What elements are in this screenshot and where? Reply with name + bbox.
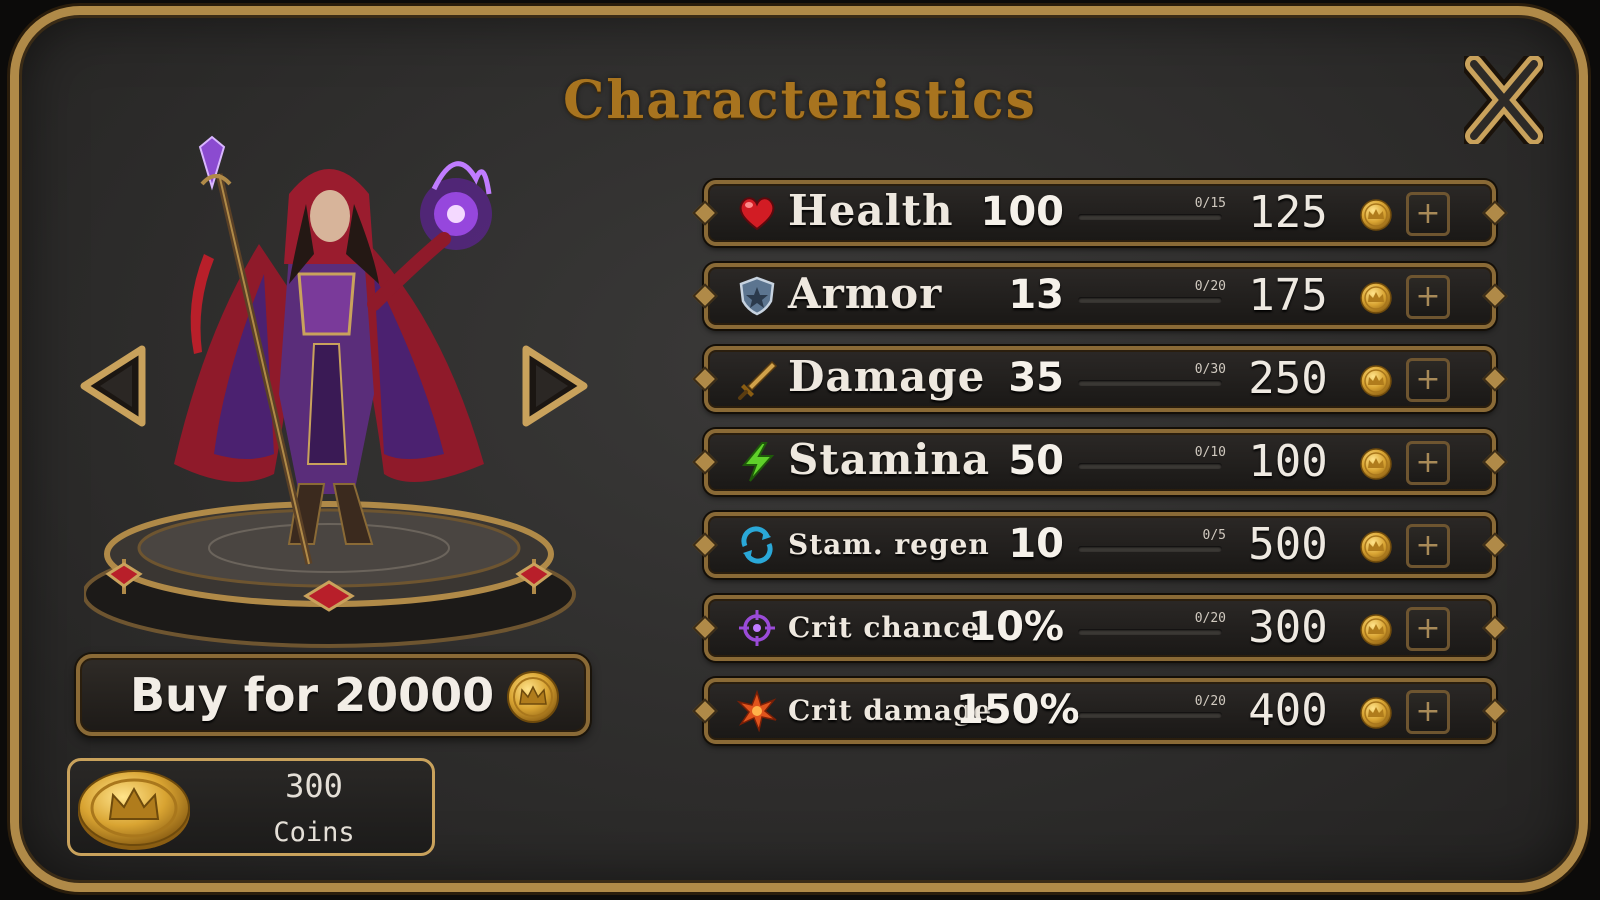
crown-coin-icon xyxy=(507,671,559,723)
lightning-icon xyxy=(741,442,775,482)
stat-name: Crit chance xyxy=(788,611,981,644)
stat-name: Armor xyxy=(788,269,943,318)
upgrade-button-health[interactable]: + xyxy=(1406,192,1450,236)
stat-value: 35 xyxy=(1008,355,1064,401)
upgrade-progress-bar xyxy=(1078,463,1222,469)
buy-character-button[interactable]: Buy for 20000 xyxy=(76,654,590,736)
close-button[interactable] xyxy=(1461,51,1547,149)
upgrade-cost: 125 xyxy=(1248,187,1328,238)
plus-icon: + xyxy=(1415,611,1441,646)
stat-value: 50 xyxy=(1008,438,1064,484)
regen-icon xyxy=(741,526,773,564)
shield-icon xyxy=(739,276,775,316)
upgrade-progress-text: 0/30 xyxy=(1194,362,1226,377)
upgrade-progress-bar xyxy=(1078,380,1222,386)
plus-icon: + xyxy=(1415,362,1441,397)
plus-icon: + xyxy=(1415,279,1441,314)
upgrade-progress-bar xyxy=(1078,546,1222,552)
sword-icon xyxy=(738,360,778,400)
wallet-coins: 300 Coins xyxy=(67,758,435,856)
coins-amount: 300 xyxy=(285,767,343,805)
upgrade-button-damage[interactable]: + xyxy=(1406,358,1450,402)
crown-coin-icon xyxy=(78,770,190,850)
plus-icon: + xyxy=(1415,694,1441,729)
stat-value: 10% xyxy=(968,604,1064,650)
upgrade-button-crit-chance[interactable]: + xyxy=(1406,607,1450,651)
stats-list: Health 100 0/15 125 + Armor 13 0/20 175 + Damage 35… xyxy=(704,180,1496,761)
stat-value: 13 xyxy=(1008,272,1064,318)
close-icon xyxy=(1461,51,1547,149)
plus-icon: + xyxy=(1415,445,1441,480)
upgrade-button-stamina[interactable]: + xyxy=(1406,441,1450,485)
coins-label: Coins xyxy=(273,817,355,848)
stat-value: 150% xyxy=(956,687,1080,733)
crown-coin-icon xyxy=(1360,282,1392,314)
crown-coin-icon xyxy=(1360,614,1392,646)
character-portrait xyxy=(82,134,594,654)
crosshair-icon xyxy=(739,610,775,646)
upgrade-cost: 500 xyxy=(1248,519,1328,570)
upgrade-progress-bar xyxy=(1078,297,1222,303)
stat-row-damage: Damage 35 0/30 250 + xyxy=(704,346,1496,412)
upgrade-button-armor[interactable]: + xyxy=(1406,275,1450,319)
stat-row-armor: Armor 13 0/20 175 + xyxy=(704,263,1496,329)
upgrade-button-crit-damage[interactable]: + xyxy=(1406,690,1450,734)
upgrade-progress-bar xyxy=(1078,214,1222,220)
upgrade-cost: 175 xyxy=(1248,270,1328,321)
crown-coin-icon xyxy=(1360,697,1392,729)
upgrade-progress-text: 0/20 xyxy=(1194,694,1226,709)
upgrade-progress-text: 0/10 xyxy=(1194,445,1226,460)
stat-row-crit-chance: Crit chance 10% 0/20 300 + xyxy=(704,595,1496,661)
upgrade-progress-text: 0/20 xyxy=(1194,279,1226,294)
stat-row-health: Health 100 0/15 125 + xyxy=(704,180,1496,246)
upgrade-progress-text: 0/20 xyxy=(1194,611,1226,626)
upgrade-cost: 400 xyxy=(1248,685,1328,736)
dialog-title: Characteristics xyxy=(563,70,1037,131)
upgrade-progress-bar xyxy=(1078,712,1222,718)
stat-value: 10 xyxy=(1008,521,1064,567)
stat-row-crit-damage: Crit damage 150% 0/20 400 + xyxy=(704,678,1496,744)
buy-label: Buy for 20000 xyxy=(130,668,495,722)
stat-name: Health xyxy=(788,186,954,235)
burst-icon xyxy=(736,690,777,732)
heart-icon xyxy=(739,197,775,231)
upgrade-button-stam-regen[interactable]: + xyxy=(1406,524,1450,568)
upgrade-progress-bar xyxy=(1078,629,1222,635)
upgrade-cost: 100 xyxy=(1248,436,1328,487)
stat-row-stamina: Stamina 50 0/10 100 + xyxy=(704,429,1496,495)
plus-icon: + xyxy=(1415,196,1441,231)
stat-value: 100 xyxy=(980,189,1065,235)
plus-icon: + xyxy=(1415,528,1441,563)
crown-coin-icon xyxy=(1360,448,1392,480)
upgrade-cost: 250 xyxy=(1248,353,1328,404)
upgrade-progress-text: 0/5 xyxy=(1202,528,1226,543)
crown-coin-icon xyxy=(1360,531,1392,563)
crown-coin-icon xyxy=(1360,365,1392,397)
stat-row-stam-regen: Stam. regen 10 0/5 500 + xyxy=(704,512,1496,578)
upgrade-progress-text: 0/15 xyxy=(1194,196,1226,211)
crown-coin-icon xyxy=(1360,199,1392,231)
upgrade-cost: 300 xyxy=(1248,602,1328,653)
